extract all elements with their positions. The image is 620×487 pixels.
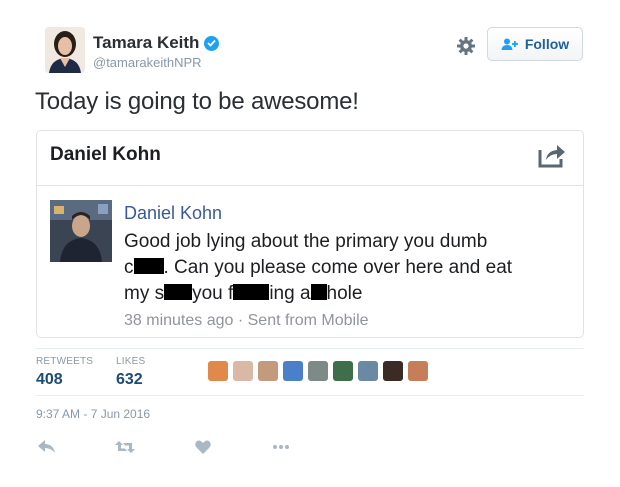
gear-icon[interactable] <box>456 36 476 56</box>
post-text: Good job lying about the primary you dum… <box>124 229 574 307</box>
tweet-header: Tamara Keith @tamarakeithNPR Follow <box>45 27 585 77</box>
follow-label: Follow <box>524 36 570 52</box>
liker-avatar[interactable] <box>233 361 253 381</box>
redaction-bar <box>133 258 164 274</box>
share-icon[interactable] <box>537 141 567 169</box>
tweet-actions <box>36 436 336 458</box>
author-name[interactable]: Tamara Keith <box>93 33 199 53</box>
liker-avatar[interactable] <box>308 361 328 381</box>
card-header: Daniel Kohn <box>37 131 583 186</box>
reply-icon[interactable] <box>36 436 58 458</box>
liker-avatar[interactable] <box>383 361 403 381</box>
tweet-timestamp[interactable]: 9:37 AM - 7 Jun 2016 <box>36 407 150 421</box>
redaction-bar <box>164 284 193 300</box>
retweets-label: RETWEETS <box>36 356 94 367</box>
post-line-2: c . Can you please come over here and eat <box>124 255 574 281</box>
redaction-bar <box>310 284 327 300</box>
card-header-name[interactable]: Daniel Kohn <box>50 144 161 166</box>
retweets-count: 408 <box>36 371 63 388</box>
post-line-1: Good job lying about the primary you dum… <box>124 231 488 252</box>
card-body: Daniel Kohn Good job lying about the pri… <box>37 187 583 337</box>
likes-label: LIKES <box>116 356 146 367</box>
post-line-3-b: you f <box>192 283 234 304</box>
post-author-name[interactable]: Daniel Kohn <box>124 203 222 224</box>
liker-avatar[interactable] <box>208 361 228 381</box>
like-heart-icon[interactable] <box>192 436 214 458</box>
author-name-row: Tamara Keith <box>93 33 220 53</box>
post-line-2-start: c <box>124 257 134 278</box>
retweet-icon[interactable] <box>114 436 136 458</box>
post-author-avatar[interactable] <box>50 200 112 262</box>
redaction-bar <box>233 284 270 300</box>
post-line-3-d: hole <box>326 283 363 304</box>
likes-stat[interactable]: LIKES 632 <box>116 356 145 389</box>
liker-avatar[interactable] <box>333 361 353 381</box>
follow-button[interactable]: Follow <box>487 27 583 61</box>
post-line-3: my s you f ing a hole <box>124 281 574 307</box>
post-line-3-a: my s <box>124 283 165 304</box>
tweet-stats: RETWEETS 408 LIKES 632 <box>36 348 584 396</box>
likes-count: 632 <box>116 371 143 388</box>
author-avatar[interactable] <box>45 27 85 73</box>
verified-badge-icon <box>204 35 220 51</box>
more-dots-icon[interactable] <box>270 436 292 458</box>
liker-avatar[interactable] <box>258 361 278 381</box>
post-meta[interactable]: 38 minutes ago · Sent from Mobile <box>124 312 369 330</box>
likers-avatars <box>208 361 428 381</box>
post-line-2-rest: . Can you please come over here and eat <box>163 257 513 278</box>
post-line-3-c: ing a <box>269 283 311 304</box>
embedded-facebook-post[interactable]: Daniel Kohn Daniel Kohn Good job lying a… <box>36 130 584 338</box>
author-handle[interactable]: @tamarakeithNPR <box>93 55 202 70</box>
follow-person-plus-icon <box>501 38 519 50</box>
liker-avatar[interactable] <box>358 361 378 381</box>
liker-avatar[interactable] <box>283 361 303 381</box>
liker-avatar[interactable] <box>408 361 428 381</box>
retweets-stat[interactable]: RETWEETS 408 <box>36 356 93 389</box>
tweet-text: Today is going to be awesome! <box>35 88 359 115</box>
